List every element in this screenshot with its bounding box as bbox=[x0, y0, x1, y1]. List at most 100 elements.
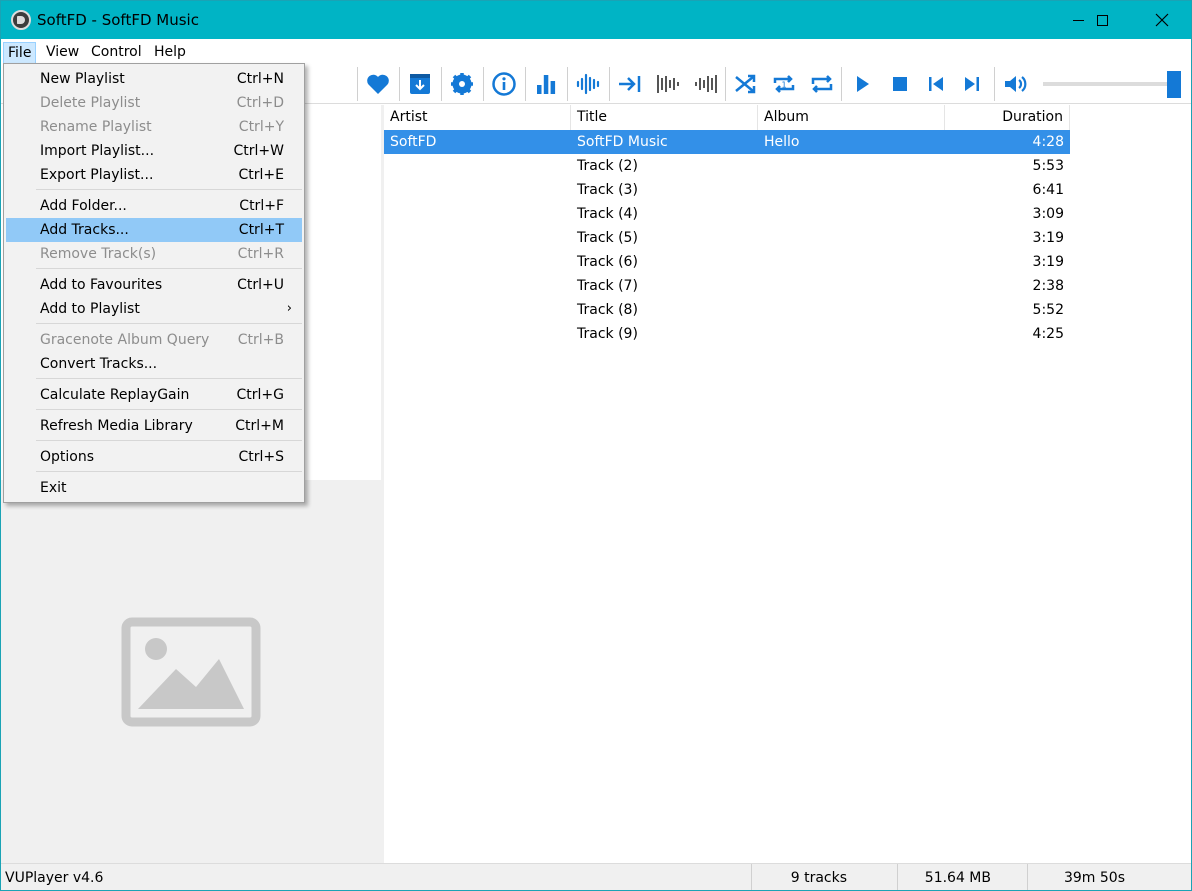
track-title-cell: Track (4) bbox=[577, 206, 638, 222]
fade-to-next-button[interactable] bbox=[685, 63, 726, 104]
track-duration-cell: 6:41 bbox=[1032, 182, 1064, 198]
menu-item-shortcut: Ctrl+T bbox=[238, 222, 284, 238]
track-row[interactable]: Track (6) 3:19 bbox=[384, 250, 1070, 274]
menu-item-remove-tracks[interactable]: Remove Track(s) Ctrl+R bbox=[6, 242, 302, 266]
menu-item-export-playlist[interactable]: Export Playlist... Ctrl+E bbox=[6, 163, 302, 187]
track-artist-cell: SoftFD bbox=[390, 134, 437, 150]
track-album-cell bbox=[758, 178, 945, 202]
next-track-button[interactable] bbox=[951, 63, 992, 104]
menu-item-label: Calculate ReplayGain bbox=[40, 387, 190, 403]
options-button[interactable] bbox=[441, 63, 482, 104]
menu-item-calculate-replaygain[interactable]: Calculate ReplayGain Ctrl+G bbox=[6, 383, 302, 407]
waveform-right-icon bbox=[694, 74, 717, 93]
track-album-cell bbox=[758, 274, 945, 298]
close-button[interactable] bbox=[1139, 1, 1185, 39]
menu-item-shortcut: Ctrl+F bbox=[239, 198, 284, 214]
track-row[interactable]: SoftFD SoftFD Music Hello 4:28 bbox=[384, 130, 1070, 154]
file-menu-dropdown: New Playlist Ctrl+N Delete Playlist Ctrl+D R… bbox=[3, 63, 305, 503]
fade-out-button[interactable] bbox=[647, 63, 688, 104]
track-row[interactable]: Track (4) 3:09 bbox=[384, 202, 1070, 226]
track-artist-cell bbox=[384, 226, 571, 250]
volume-slider-thumb[interactable] bbox=[1167, 71, 1181, 98]
menu-item-label: Options bbox=[40, 449, 95, 465]
menu-separator bbox=[36, 323, 302, 324]
track-title-cell: Track (6) bbox=[577, 254, 638, 270]
menu-item-new-playlist[interactable]: New Playlist Ctrl+N bbox=[6, 67, 302, 91]
menu-item-shortcut: Ctrl+S bbox=[238, 449, 284, 465]
track-list[interactable]: Artist Title Album Duration SoftFD SoftFD… bbox=[384, 105, 1191, 863]
track-row[interactable]: Track (9) 4:25 bbox=[384, 322, 1070, 346]
menu-item-label: Refresh Media Library bbox=[40, 418, 193, 434]
menu-item-shortcut: Ctrl+R bbox=[237, 246, 284, 262]
track-row[interactable]: Track (3) 6:41 bbox=[384, 178, 1070, 202]
menu-item-add-folder[interactable]: Add Folder... Ctrl+F bbox=[6, 194, 302, 218]
menu-item-refresh-media-library[interactable]: Refresh Media Library Ctrl+M bbox=[6, 414, 302, 438]
stop-button[interactable] bbox=[879, 63, 920, 104]
column-header-title[interactable]: Title bbox=[571, 105, 758, 130]
menu-item-shortcut: Ctrl+G bbox=[236, 387, 285, 403]
maximize-button[interactable] bbox=[1079, 1, 1125, 39]
play-button[interactable] bbox=[841, 63, 882, 104]
menu-item-label: Add to Playlist bbox=[40, 301, 140, 317]
favourites-button[interactable] bbox=[357, 63, 398, 104]
track-artist-cell bbox=[384, 322, 571, 346]
menu-file[interactable]: File bbox=[3, 42, 37, 64]
svg-text:1: 1 bbox=[781, 80, 786, 89]
track-duration-cell: 3:09 bbox=[1032, 206, 1064, 222]
menu-item-rename-playlist[interactable]: Rename Playlist Ctrl+Y bbox=[6, 115, 302, 139]
menu-item-label: Rename Playlist bbox=[40, 119, 152, 135]
menu-item-delete-playlist[interactable]: Delete Playlist Ctrl+D bbox=[6, 91, 302, 115]
track-row[interactable]: Track (5) 3:19 bbox=[384, 226, 1070, 250]
track-title-cell: Track (5) bbox=[577, 230, 638, 246]
artwork-panel[interactable] bbox=[1, 480, 381, 863]
menu-item-exit[interactable]: Exit bbox=[6, 476, 302, 500]
mute-button[interactable] bbox=[994, 63, 1035, 104]
track-duration-cell: 3:19 bbox=[1032, 230, 1064, 246]
previous-icon bbox=[928, 76, 943, 91]
menu-help[interactable]: Help bbox=[150, 42, 190, 64]
repeat-track-button[interactable]: 1 bbox=[763, 63, 804, 104]
previous-track-button[interactable] bbox=[915, 63, 956, 104]
info-icon bbox=[491, 71, 516, 96]
track-duration-cell: 3:19 bbox=[1032, 254, 1064, 270]
menu-item-import-playlist[interactable]: Import Playlist... Ctrl+W bbox=[6, 139, 302, 163]
column-header-album[interactable]: Album bbox=[758, 105, 945, 130]
visualiser-button[interactable] bbox=[567, 63, 608, 104]
menu-item-add-to-playlist[interactable]: Add to Playlist › bbox=[6, 297, 302, 321]
waveform-left-icon bbox=[656, 74, 679, 93]
download-icon bbox=[409, 73, 430, 94]
menu-view[interactable]: View bbox=[42, 42, 83, 64]
track-artist-cell bbox=[384, 250, 571, 274]
equaliser-button[interactable] bbox=[525, 63, 566, 104]
menu-item-label: Gracenote Album Query bbox=[40, 332, 210, 348]
menu-item-label: Exit bbox=[40, 480, 67, 496]
menu-item-label: Add to Favourites bbox=[40, 277, 163, 293]
menu-item-add-to-favourites[interactable]: Add to Favourites Ctrl+U bbox=[6, 273, 302, 297]
download-button[interactable] bbox=[399, 63, 440, 104]
maximize-icon bbox=[1096, 14, 1108, 26]
track-row[interactable]: Track (7) 2:38 bbox=[384, 274, 1070, 298]
menu-item-options[interactable]: Options Ctrl+S bbox=[6, 445, 302, 469]
menu-control[interactable]: Control bbox=[87, 42, 146, 64]
column-header-duration[interactable]: Duration bbox=[945, 105, 1070, 130]
menu-item-add-tracks[interactable]: Add Tracks... Ctrl+T bbox=[6, 218, 302, 242]
random-play-button[interactable] bbox=[725, 63, 766, 104]
stop-at-track-end-button[interactable] bbox=[609, 63, 650, 104]
menu-separator bbox=[36, 268, 302, 269]
menu-item-gracenote-album-query[interactable]: Gracenote Album Query Ctrl+B bbox=[6, 328, 302, 352]
next-icon bbox=[964, 76, 979, 91]
status-track-count: 9 tracks bbox=[751, 864, 897, 890]
menu-item-convert-tracks[interactable]: Convert Tracks... bbox=[6, 352, 302, 376]
menu-item-label: Add Folder... bbox=[40, 198, 127, 214]
track-row[interactable]: Track (2) 5:53 bbox=[384, 154, 1070, 178]
status-total-duration: 39m 50s bbox=[1027, 864, 1191, 890]
title-bar[interactable]: SoftFD - SoftFD Music bbox=[1, 1, 1191, 39]
repeat-one-icon: 1 bbox=[773, 74, 794, 93]
track-row[interactable]: Track (8) 5:52 bbox=[384, 298, 1070, 322]
info-button[interactable] bbox=[483, 63, 524, 104]
app-speaker-icon[interactable] bbox=[11, 10, 31, 30]
track-title-cell: Track (9) bbox=[577, 326, 638, 342]
repeat-playlist-button[interactable] bbox=[801, 63, 842, 104]
volume-slider-track[interactable] bbox=[1043, 82, 1168, 86]
column-header-artist[interactable]: Artist bbox=[384, 105, 571, 130]
